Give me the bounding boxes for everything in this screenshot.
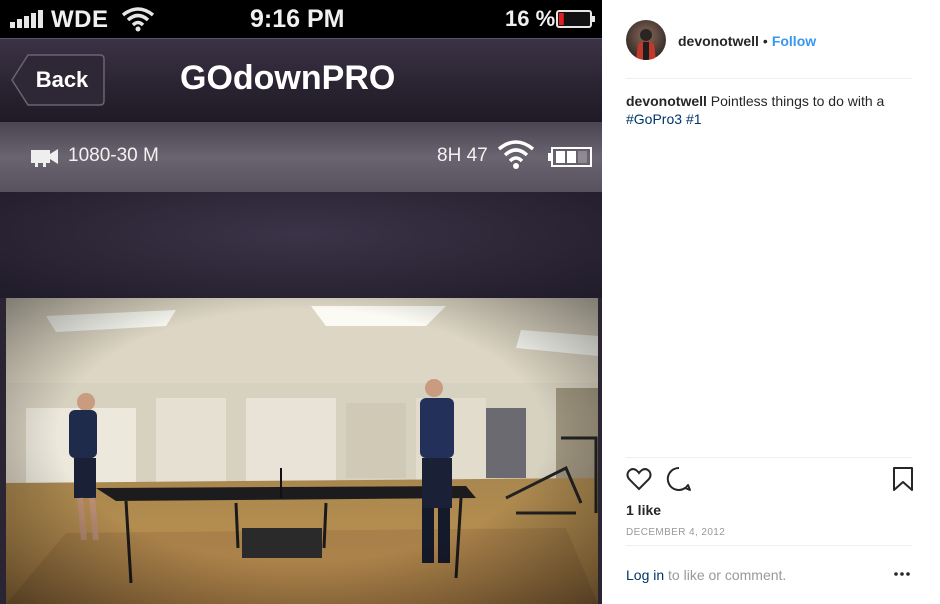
header-divider [626, 78, 912, 79]
hashtag-gopro3[interactable]: #GoPro3 [626, 111, 682, 127]
actions-divider [626, 457, 912, 458]
post-date[interactable]: DECEMBER 4, 2012 [626, 527, 725, 538]
post-caption: devonotwell Pointless things to do with … [626, 92, 916, 128]
video-mode: 1080-30 M [68, 145, 159, 166]
post-sidebar: devonotwell • Follow devonotwell Pointle… [602, 0, 940, 604]
signal-strength-icon [10, 10, 43, 28]
footer-divider [626, 545, 912, 546]
phone-clock: 9:16 PM [250, 5, 345, 33]
comment-icon[interactable] [666, 466, 692, 492]
like-count[interactable]: 1 like [626, 502, 661, 518]
bookmark-icon[interactable] [892, 466, 914, 492]
hashtag-1[interactable]: #1 [686, 111, 702, 127]
preview-background [0, 192, 602, 298]
ping-pong-room-photo [6, 298, 598, 604]
header-separator: • [762, 33, 768, 49]
heart-icon[interactable] [626, 466, 652, 492]
wifi-icon [497, 140, 535, 169]
camera-status-bar: 1080-30 M 8H 47 [0, 122, 602, 192]
avatar[interactable] [626, 20, 666, 60]
post-photo[interactable]: WDE 9:16 PM 16 % Back GOdownPRO 1080-30 … [0, 0, 602, 604]
phone-battery-icon [556, 10, 595, 28]
caption-text: Pointless things to do with a [710, 93, 885, 109]
video-camera-icon [31, 149, 58, 167]
caption-username[interactable]: devonotwell [626, 93, 707, 109]
app-title: GOdownPRO [180, 59, 396, 97]
post-author: devonotwell • Follow [678, 33, 816, 49]
follow-button[interactable]: Follow [772, 33, 816, 49]
recording-time-remaining: 8H 47 [437, 145, 488, 166]
login-link[interactable]: Log in [626, 567, 664, 583]
login-prompt-text: to like or comment. [668, 567, 787, 583]
username-link[interactable]: devonotwell [678, 33, 759, 49]
back-button-label: Back [35, 67, 89, 92]
more-options-icon[interactable] [892, 566, 912, 582]
back-button[interactable]: Back [10, 53, 106, 107]
battery-icon [548, 147, 592, 167]
phone-status-bar: WDE 9:16 PM 16 % [0, 0, 602, 38]
post-header: devonotwell • Follow [602, 0, 940, 78]
wifi-status-icon [121, 7, 155, 32]
post-actions [626, 466, 916, 496]
app-navigation-bar: Back GOdownPRO [0, 38, 602, 122]
carrier-name: WDE [51, 6, 109, 33]
login-prompt: Log in to like or comment. [626, 567, 786, 583]
battery-percentage: 16 % [505, 6, 556, 31]
